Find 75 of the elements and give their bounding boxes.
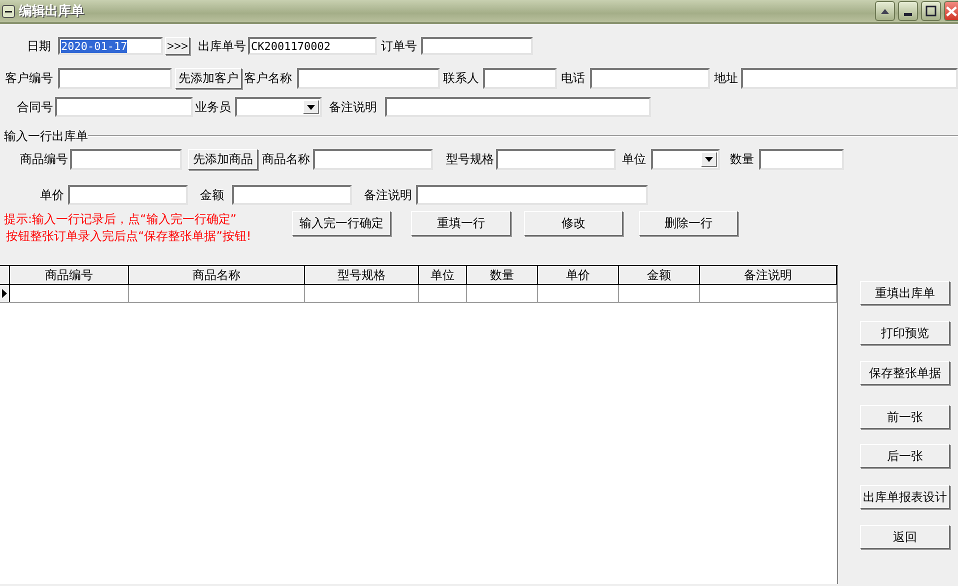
input-field[interactable] [590, 68, 710, 89]
button[interactable]: 前一张 [860, 405, 950, 429]
button[interactable]: 返回 [860, 525, 950, 549]
field-label: 数量 [730, 151, 755, 168]
button[interactable]: 修改 [524, 211, 623, 236]
minimize-button[interactable] [898, 1, 918, 21]
button[interactable]: 出库单报表设计 [860, 485, 950, 509]
button[interactable]: 后一张 [860, 444, 950, 468]
window-title: 编辑出库单 [19, 2, 85, 20]
field-label: 金额 [200, 186, 225, 204]
column-header[interactable]: 单价 [538, 266, 619, 284]
maximize-button[interactable] [921, 1, 941, 21]
input-field[interactable] [416, 185, 648, 205]
input-field[interactable] [68, 185, 188, 205]
field-label: 电话 [561, 70, 586, 87]
close-icon [945, 4, 958, 18]
field-label: 客户名称 [244, 70, 293, 87]
button[interactable]: 先添加商品 [188, 149, 258, 170]
button[interactable]: 删除一行 [639, 211, 738, 236]
dropdown-arrow-icon [307, 104, 315, 110]
hint-text: 按钮整张订单录入完后点“保存整张单据”按钮! [6, 228, 252, 245]
dropdown[interactable] [235, 97, 322, 117]
button[interactable]: 打印预览 [860, 321, 950, 345]
field-label: 型号规格 [446, 151, 495, 168]
column-header[interactable]: 单位 [419, 266, 467, 284]
input-field[interactable]: 2020-01-17 [58, 37, 163, 55]
dropdown[interactable] [651, 149, 720, 170]
field-label: 商品名称 [262, 151, 311, 168]
button[interactable]: >>> [165, 37, 190, 55]
minimize-icon [904, 13, 912, 16]
column-header[interactable]: 数量 [467, 266, 538, 284]
field-label: 业务员 [195, 98, 232, 116]
input-field[interactable] [55, 97, 193, 117]
input-field[interactable] [232, 185, 352, 205]
column-header[interactable]: 型号规格 [305, 266, 419, 284]
column-header[interactable]: 备注说明 [700, 266, 837, 284]
button[interactable]: 保存整张单据 [860, 361, 950, 385]
field-label: 备注说明 [329, 98, 378, 116]
button[interactable]: 输入完一行确定 [292, 211, 391, 236]
field-label: 出库单号 [198, 38, 247, 54]
field-label: 地址 [714, 70, 739, 87]
input-field[interactable] [759, 149, 844, 170]
field-label: 合同号 [17, 98, 53, 116]
input-field[interactable] [58, 68, 172, 89]
column-header[interactable]: 商品名称 [129, 266, 305, 284]
group-title: 输入一行出库单 [4, 128, 88, 144]
input-field[interactable] [385, 97, 651, 117]
column-header[interactable]: 金额 [619, 266, 700, 284]
field-label: 单价 [40, 186, 65, 204]
dropdown-arrow-icon [705, 157, 713, 162]
column-header[interactable]: 商品编号 [10, 266, 129, 284]
input-field[interactable] [741, 68, 958, 89]
current-row-icon [2, 289, 7, 298]
field-label: 订单号 [381, 38, 418, 54]
window-menu-icon [2, 4, 15, 18]
input-field[interactable] [70, 149, 182, 170]
field-label: 日期 [27, 38, 52, 54]
field-label: 备注说明 [364, 186, 413, 204]
field-label: 单位 [622, 151, 647, 168]
input-field[interactable] [297, 68, 440, 89]
input-field[interactable] [483, 68, 557, 89]
field-label: 客户编号 [5, 70, 54, 87]
field-label: 商品编号 [20, 151, 68, 168]
maximize-icon [924, 4, 938, 18]
input-field[interactable] [421, 37, 533, 55]
close-button[interactable] [944, 1, 958, 21]
input-field[interactable] [496, 149, 616, 170]
collapse-button[interactable] [875, 1, 895, 21]
field-label: 联系人 [443, 70, 480, 87]
input-field[interactable] [313, 149, 433, 170]
hint-text: 提示:输入一行记录后，点“输入完一行确定” [4, 211, 238, 228]
button[interactable]: 重填一行 [411, 211, 511, 236]
input-field[interactable]: CK2001170002 [248, 37, 377, 55]
button[interactable]: 先添加客户 [175, 68, 242, 89]
button[interactable]: 重填出库单 [860, 281, 950, 305]
